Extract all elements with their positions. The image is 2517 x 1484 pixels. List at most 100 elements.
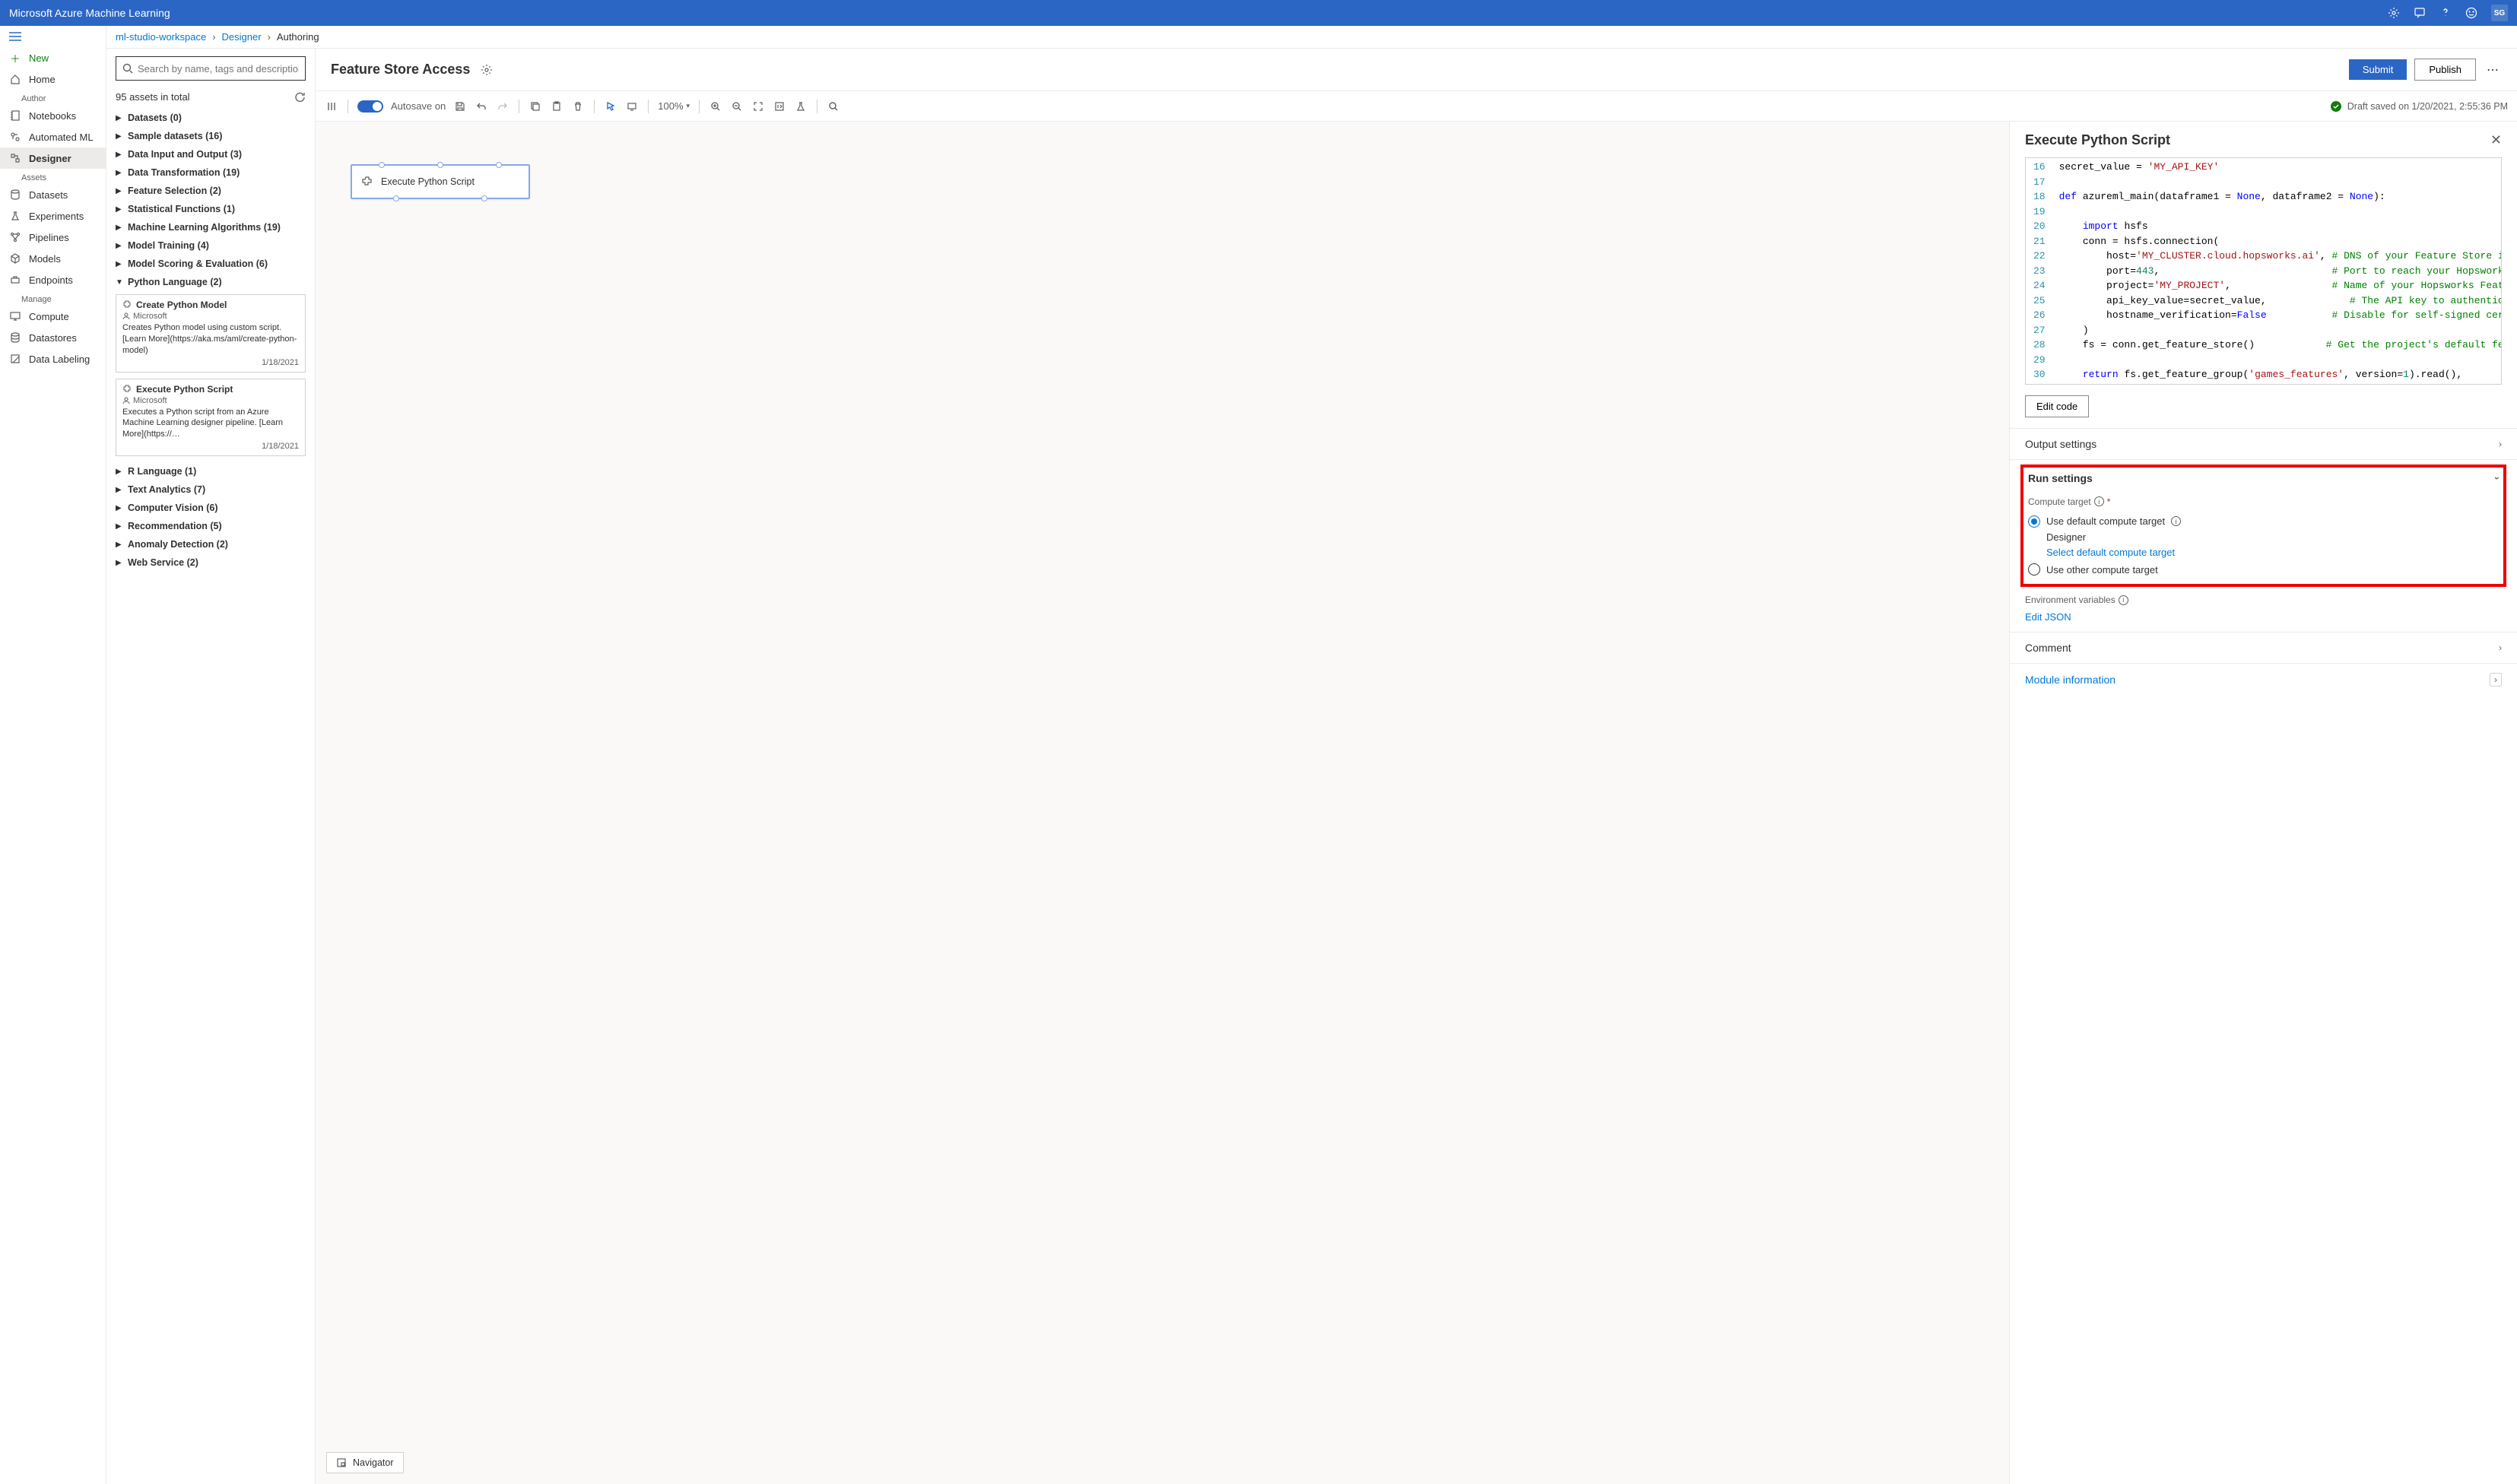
nav-label: Datastores bbox=[29, 332, 77, 344]
tree-group[interactable]: ▶Model Scoring & Evaluation (6) bbox=[116, 255, 312, 273]
publish-button[interactable]: Publish bbox=[2414, 59, 2476, 81]
info-icon[interactable]: i bbox=[2171, 516, 2181, 526]
breadcrumb-designer[interactable]: Designer bbox=[222, 31, 262, 43]
screen-icon[interactable] bbox=[625, 100, 639, 113]
tree-group[interactable]: ▶Data Transformation (19) bbox=[116, 163, 312, 182]
gear-icon[interactable] bbox=[481, 64, 493, 76]
zoom-level[interactable]: 100%▾ bbox=[658, 100, 690, 112]
autosave-toggle[interactable] bbox=[357, 100, 383, 113]
tree-group[interactable]: ▶Datasets (0) bbox=[116, 109, 312, 127]
caret-icon: ▶ bbox=[116, 486, 125, 494]
module-info-header[interactable]: Module information › bbox=[2025, 673, 2502, 687]
search-box[interactable] bbox=[116, 56, 306, 81]
module-title: Create Python Model bbox=[136, 300, 227, 310]
select-default-compute-link[interactable]: Select default compute target bbox=[2046, 545, 2499, 561]
refresh-icon[interactable] bbox=[294, 91, 306, 103]
group-name: R Language (1) bbox=[128, 466, 196, 477]
undo-icon[interactable] bbox=[475, 100, 488, 113]
nav-endpoints[interactable]: Endpoints bbox=[0, 269, 106, 290]
nav-designer[interactable]: Designer bbox=[0, 147, 106, 169]
output-settings-header[interactable]: Output settings › bbox=[2025, 438, 2502, 450]
tree-group[interactable]: ▶R Language (1) bbox=[116, 462, 312, 480]
caret-icon: ▶ bbox=[116, 242, 125, 250]
compute-target-label: Compute target i * bbox=[2028, 496, 2499, 507]
module-card[interactable]: Execute Python Script Microsoft Executes… bbox=[116, 379, 306, 457]
group-name: Data Transformation (19) bbox=[128, 167, 240, 178]
breadcrumb-workspace[interactable]: ml-studio-workspace bbox=[116, 31, 206, 43]
nav-automl[interactable]: Automated ML bbox=[0, 126, 106, 147]
radio-other-compute[interactable]: Use other compute target bbox=[2028, 561, 2499, 578]
caret-icon: ▶ bbox=[116, 187, 125, 195]
info-icon[interactable]: i bbox=[2119, 595, 2128, 605]
user-avatar[interactable]: SG bbox=[2491, 5, 2508, 21]
radio-label: Use other compute target bbox=[2046, 564, 2158, 576]
tree-group[interactable]: ▶Statistical Functions (1) bbox=[116, 200, 312, 218]
edit-json-link[interactable]: Edit JSON bbox=[2025, 611, 2502, 623]
canvas-node[interactable]: Execute Python Script bbox=[351, 164, 530, 199]
nav-notebooks[interactable]: Notebooks bbox=[0, 105, 106, 126]
tree-group[interactable]: ▼Python Language (2) bbox=[116, 273, 312, 291]
cursor-icon[interactable] bbox=[604, 100, 617, 113]
edit-code-button[interactable]: Edit code bbox=[2025, 395, 2089, 417]
label-icon bbox=[9, 353, 21, 365]
tree-group[interactable]: ▶Computer Vision (6) bbox=[116, 499, 312, 517]
code-editor[interactable]: 161718192021222324252627282930 secret_va… bbox=[2025, 157, 2502, 385]
save-icon[interactable] bbox=[453, 100, 467, 113]
redo-icon[interactable] bbox=[496, 100, 509, 113]
group-name: Datasets (0) bbox=[128, 113, 182, 123]
nav-datasets[interactable]: Datasets bbox=[0, 184, 106, 205]
database-icon bbox=[9, 189, 21, 201]
nav-pipelines[interactable]: Pipelines bbox=[0, 227, 106, 248]
search-input[interactable] bbox=[138, 63, 299, 75]
caret-icon: ▶ bbox=[116, 541, 125, 549]
nav-models[interactable]: Models bbox=[0, 248, 106, 269]
section-author: Author bbox=[0, 90, 106, 105]
nav-datastores[interactable]: Datastores bbox=[0, 327, 106, 348]
tree-group[interactable]: ▶Text Analytics (7) bbox=[116, 480, 312, 499]
tree-group[interactable]: ▶Sample datasets (16) bbox=[116, 127, 312, 145]
navigator-button[interactable]: Navigator bbox=[326, 1452, 404, 1473]
submit-button[interactable]: Submit bbox=[2349, 59, 2407, 80]
zoom-in-icon[interactable] bbox=[709, 100, 722, 113]
info-icon[interactable]: i bbox=[2094, 496, 2104, 506]
nav-experiments[interactable]: Experiments bbox=[0, 205, 106, 227]
comment-header[interactable]: Comment › bbox=[2025, 642, 2502, 654]
search-canvas-icon[interactable] bbox=[827, 100, 840, 113]
pipeline-canvas[interactable]: Execute Python Script Navigator bbox=[316, 122, 2009, 1484]
radio-default-compute[interactable]: Use default compute target i bbox=[2028, 513, 2499, 530]
automl-icon bbox=[9, 131, 21, 143]
nav-new[interactable]: ＋ New bbox=[0, 47, 106, 68]
experiment-icon[interactable] bbox=[794, 100, 808, 113]
tree-group[interactable]: ▶Data Input and Output (3) bbox=[116, 145, 312, 163]
smiley-icon[interactable] bbox=[2465, 7, 2477, 19]
nav-datalabeling[interactable]: Data Labeling bbox=[0, 348, 106, 369]
tree-group[interactable]: ▶Feature Selection (2) bbox=[116, 182, 312, 200]
module-card[interactable]: Create Python Model Microsoft Creates Py… bbox=[116, 294, 306, 373]
zoom-out-icon[interactable] bbox=[730, 100, 744, 113]
feedback-icon[interactable] bbox=[2414, 7, 2426, 19]
help-icon[interactable] bbox=[2439, 7, 2452, 19]
hamburger-icon[interactable] bbox=[0, 26, 106, 47]
nav-compute[interactable]: Compute bbox=[0, 306, 106, 327]
run-settings-header[interactable]: Run settings › bbox=[2028, 472, 2499, 484]
radio-label: Use default compute target bbox=[2046, 515, 2165, 527]
paste-icon[interactable] bbox=[550, 100, 563, 113]
nav-home[interactable]: Home bbox=[0, 68, 106, 90]
copy-icon[interactable] bbox=[528, 100, 542, 113]
tree-group[interactable]: ▶Recommendation (5) bbox=[116, 517, 312, 535]
more-button[interactable]: ⋯ bbox=[2484, 62, 2502, 78]
tree-group[interactable]: ▶Web Service (2) bbox=[116, 553, 312, 572]
tree-group[interactable]: ▶Anomaly Detection (2) bbox=[116, 535, 312, 553]
tree-group[interactable]: ▶Model Training (4) bbox=[116, 236, 312, 255]
tree-group[interactable]: ▶Machine Learning Algorithms (19) bbox=[116, 218, 312, 236]
columns-icon[interactable] bbox=[325, 100, 338, 113]
close-icon[interactable]: ✕ bbox=[2490, 132, 2502, 148]
nav-label: Home bbox=[29, 74, 56, 85]
settings-icon[interactable] bbox=[2388, 7, 2400, 19]
section-assets: Assets bbox=[0, 169, 106, 184]
delete-icon[interactable] bbox=[571, 100, 585, 113]
actual-size-icon[interactable] bbox=[773, 100, 786, 113]
nav-label: Datasets bbox=[29, 189, 68, 201]
fit-icon[interactable] bbox=[751, 100, 765, 113]
chevron-right-icon: › bbox=[268, 31, 271, 43]
